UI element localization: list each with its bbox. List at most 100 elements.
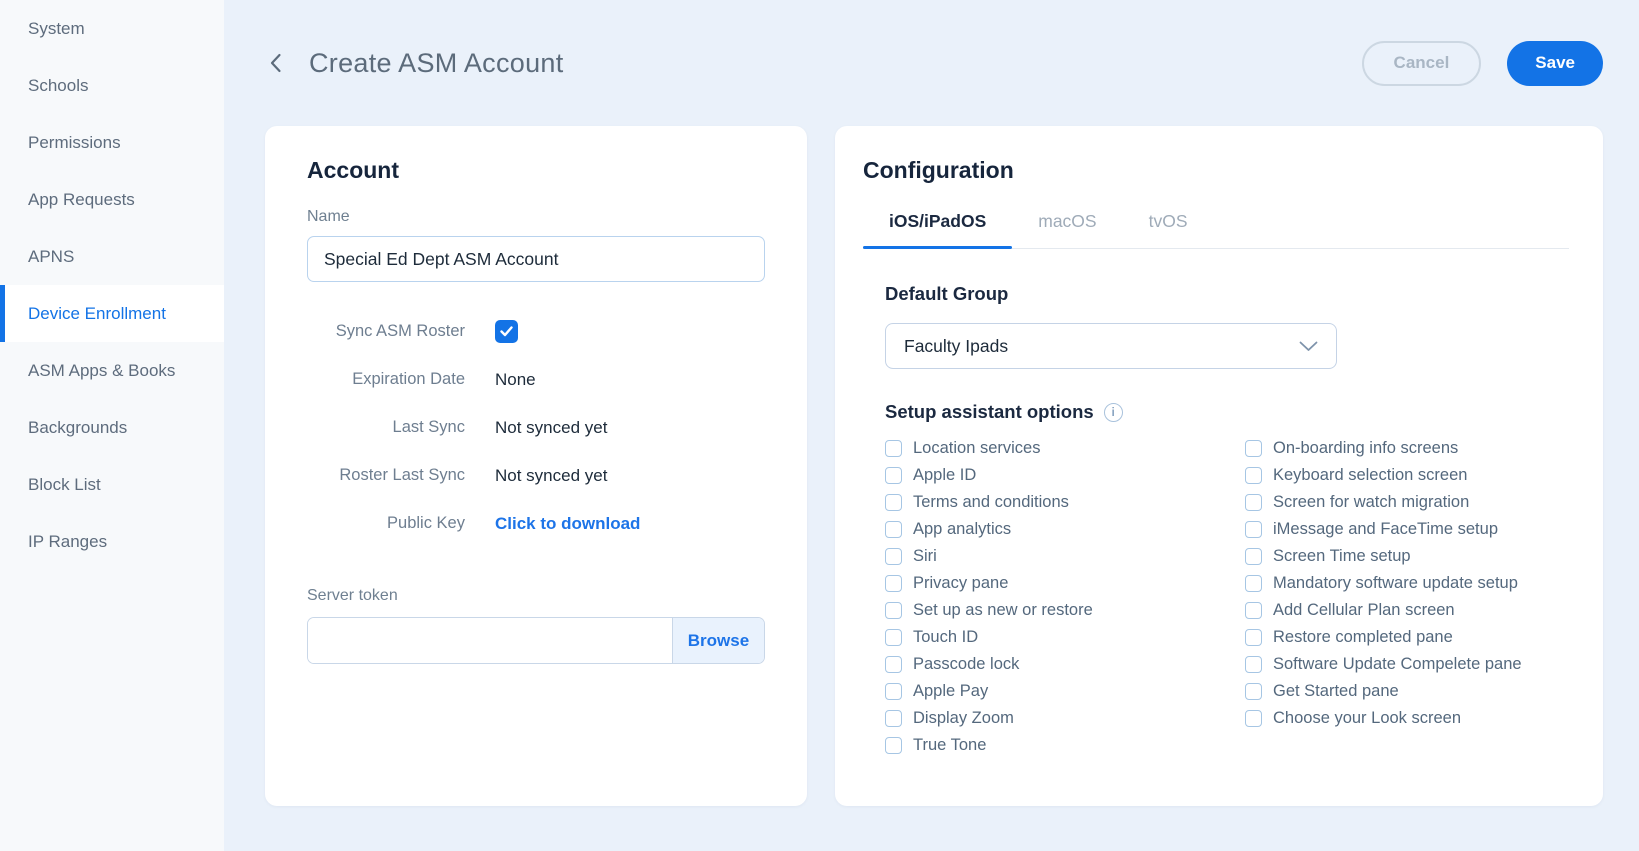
setup-option[interactable]: Keyboard selection screen — [1245, 466, 1522, 485]
setup-option-label: Apple ID — [913, 466, 977, 484]
cancel-button[interactable]: Cancel — [1361, 40, 1482, 86]
setup-option[interactable]: Restore completed pane — [1245, 628, 1522, 647]
default-group-value: Faculty Ipads — [904, 335, 1009, 356]
sync-asm-roster-row: Sync ASM Roster — [307, 320, 765, 343]
setup-option[interactable]: Choose your Look screen — [1245, 709, 1522, 728]
checkbox-icon — [1245, 494, 1262, 511]
setup-option[interactable]: Screen Time setup — [1245, 547, 1522, 566]
sync-asm-roster-checkbox[interactable] — [495, 320, 518, 343]
ios-tab-panel: Default Group Faculty Ipads Setup assist… — [863, 283, 1569, 755]
info-icon[interactable]: i — [1103, 402, 1123, 422]
tab-ios-ipados[interactable]: iOS/iPadOS — [863, 206, 1013, 249]
setup-option[interactable]: On-boarding info screens — [1245, 439, 1522, 458]
setup-option-label: Apple Pay — [913, 682, 989, 700]
setup-option-label: Choose your Look screen — [1273, 709, 1462, 727]
checkbox-icon — [885, 521, 902, 538]
roster-last-sync-value: Not synced yet — [495, 465, 608, 485]
setup-option-label: True Tone — [913, 736, 987, 754]
setup-option-label: Siri — [913, 547, 937, 565]
setup-options-column-1: Location services Apple ID Terms and con… — [885, 439, 1245, 755]
name-input[interactable] — [307, 236, 765, 282]
setup-option-label: Software Update Compelete pane — [1273, 655, 1522, 673]
setup-option-label: Terms and conditions — [913, 493, 1069, 511]
setup-option[interactable]: Get Started pane — [1245, 682, 1522, 701]
sidebar-item-label: Device Enrollment — [28, 303, 166, 323]
sidebar-item-label: Block List — [28, 474, 101, 494]
tab-macos[interactable]: macOS — [1012, 206, 1122, 248]
checkbox-icon — [885, 683, 902, 700]
save-button[interactable]: Save — [1507, 40, 1603, 86]
checkbox-icon — [885, 737, 902, 754]
checkbox-icon — [1245, 602, 1262, 619]
sidebar-item-device-enrollment[interactable]: Device Enrollment — [0, 285, 224, 342]
checkbox-icon — [885, 710, 902, 727]
setup-option[interactable]: Privacy pane — [885, 574, 1245, 593]
chevron-down-icon — [1299, 341, 1318, 351]
checkbox-icon — [885, 602, 902, 619]
server-token-label: Server token — [307, 587, 398, 604]
row-label: Roster Last Sync — [339, 466, 465, 484]
sidebar-item-asm-apps-books[interactable]: ASM Apps & Books — [0, 342, 224, 399]
setup-option-label: Screen for watch migration — [1273, 493, 1470, 511]
public-key-download-link[interactable]: Click to download — [495, 514, 640, 534]
sidebar-item-schools[interactable]: Schools — [0, 57, 224, 114]
setup-option[interactable]: Display Zoom — [885, 709, 1245, 728]
browse-button[interactable]: Browse — [672, 618, 764, 663]
page-header: Create ASM Account Cancel Save — [265, 0, 1603, 126]
sidebar-item-app-requests[interactable]: App Requests — [0, 171, 224, 228]
sidebar-item-block-list[interactable]: Block List — [0, 456, 224, 513]
checkbox-icon — [885, 440, 902, 457]
checkbox-icon — [885, 629, 902, 646]
checkbox-icon — [885, 575, 902, 592]
setup-option-label: Restore completed pane — [1273, 628, 1453, 646]
setup-option-label: Keyboard selection screen — [1273, 466, 1468, 484]
checkbox-icon — [1245, 440, 1262, 457]
checkbox-icon — [885, 548, 902, 565]
sidebar-item-permissions[interactable]: Permissions — [0, 114, 224, 171]
chevron-left-icon — [270, 53, 281, 73]
server-token-input[interactable] — [308, 618, 672, 663]
setup-option[interactable]: Software Update Compelete pane — [1245, 655, 1522, 674]
setup-option-label: Set up as new or restore — [913, 601, 1093, 619]
setup-option-label: Privacy pane — [913, 574, 1009, 592]
tab-tvos[interactable]: tvOS — [1123, 206, 1214, 248]
setup-option[interactable]: True Tone — [885, 736, 1245, 755]
server-token-group: Browse — [307, 617, 765, 664]
back-button[interactable] — [265, 53, 285, 73]
setup-option[interactable]: Apple ID — [885, 466, 1245, 485]
setup-option[interactable]: iMessage and FaceTime setup — [1245, 520, 1522, 539]
main-content: Create ASM Account Cancel Save Account N… — [224, 0, 1639, 851]
setup-option-label: Passcode lock — [913, 655, 1020, 673]
checkbox-icon — [1245, 629, 1262, 646]
checkbox-icon — [1245, 656, 1262, 673]
checkbox-icon — [1245, 521, 1262, 538]
sidebar-item-label: ASM Apps & Books — [28, 360, 176, 380]
setup-option-label: Mandatory software update setup — [1273, 574, 1518, 592]
public-key-row: Public Key Click to download — [307, 512, 765, 535]
default-group-select[interactable]: Faculty Ipads — [885, 323, 1337, 369]
setup-option[interactable]: Location services — [885, 439, 1245, 458]
setup-option-label: Get Started pane — [1273, 682, 1399, 700]
setup-option[interactable]: Touch ID — [885, 628, 1245, 647]
row-label: Last Sync — [392, 418, 465, 436]
setup-option[interactable]: Apple Pay — [885, 682, 1245, 701]
setup-option[interactable]: Set up as new or restore — [885, 601, 1245, 620]
sidebar-item-apns[interactable]: APNS — [0, 228, 224, 285]
setup-option[interactable]: Add Cellular Plan screen — [1245, 601, 1522, 620]
setup-option[interactable]: Siri — [885, 547, 1245, 566]
setup-option-label: Touch ID — [913, 628, 979, 646]
setup-option[interactable]: Mandatory software update setup — [1245, 574, 1522, 593]
account-card: Account Name Sync ASM Roster Expiration … — [265, 126, 807, 806]
setup-option[interactable]: Terms and conditions — [885, 493, 1245, 512]
setup-option[interactable]: Screen for watch migration — [1245, 493, 1522, 512]
last-sync-value: Not synced yet — [495, 417, 608, 437]
setup-option[interactable]: Passcode lock — [885, 655, 1245, 674]
sidebar-item-label: Schools — [28, 75, 89, 95]
sidebar-item-system[interactable]: System — [0, 0, 224, 57]
default-group-label: Default Group — [885, 283, 1009, 304]
setup-option[interactable]: App analytics — [885, 520, 1245, 539]
sidebar-item-backgrounds[interactable]: Backgrounds — [0, 399, 224, 456]
roster-last-sync-row: Roster Last Sync Not synced yet — [307, 464, 765, 487]
sidebar: System Schools Permissions App Requests … — [0, 0, 224, 851]
sidebar-item-ip-ranges[interactable]: IP Ranges — [0, 513, 224, 570]
